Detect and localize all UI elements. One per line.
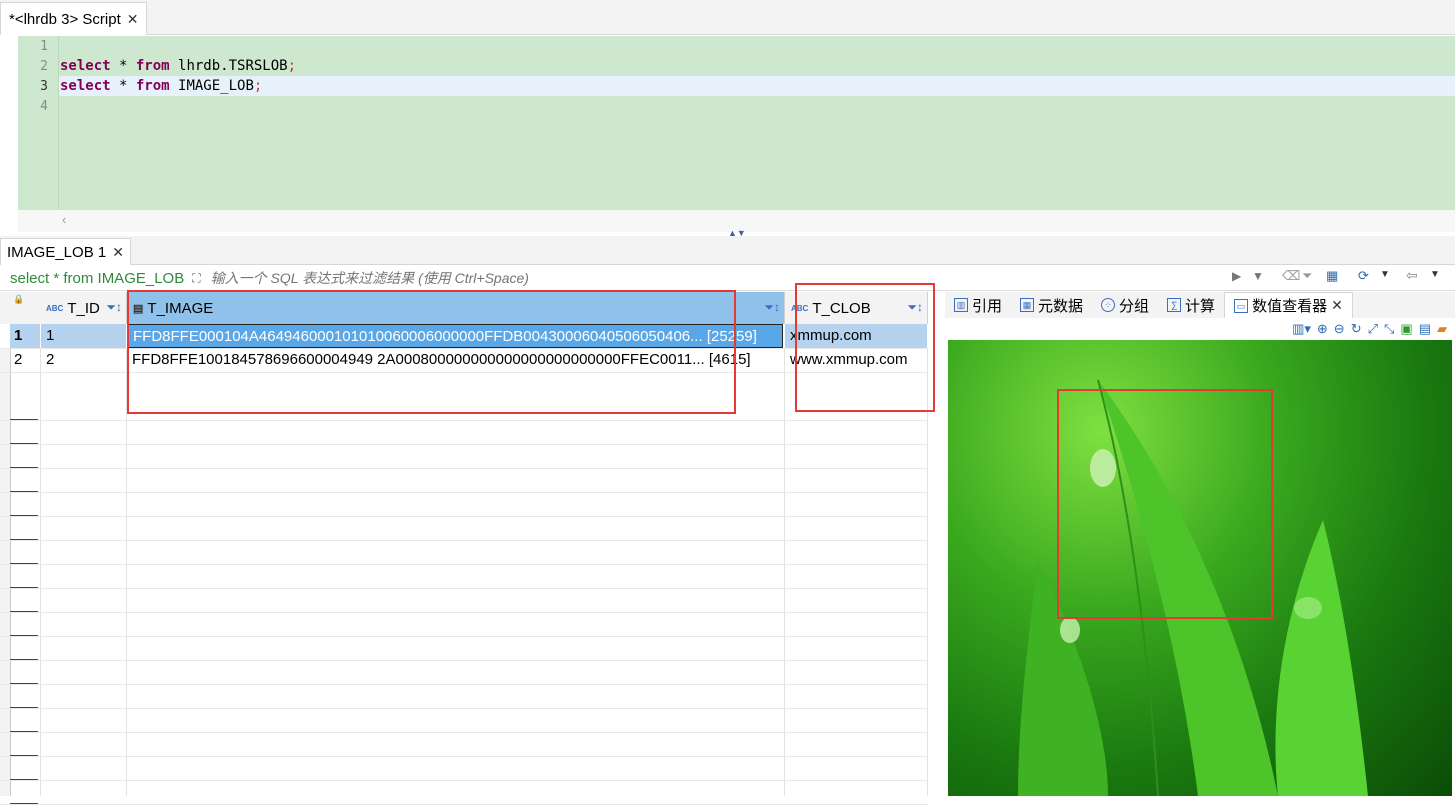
shrink-icon[interactable]: ⤡ bbox=[1384, 321, 1394, 337]
back-icon[interactable]: ⇦ bbox=[1406, 267, 1418, 284]
tab-results-label: IMAGE_LOB 1 bbox=[7, 243, 107, 261]
refresh-icon[interactable]: ⟳ bbox=[1358, 268, 1369, 284]
clear-filter-icon[interactable]: ⌫ bbox=[1282, 268, 1300, 284]
grouping-icon: ⁘ bbox=[1101, 298, 1116, 312]
metadata-icon: ▦ bbox=[1020, 298, 1035, 312]
sort-filter-icon[interactable]: ⏷↕ bbox=[106, 300, 122, 315]
tab-grouping[interactable]: ⁘ 分组 bbox=[1092, 292, 1158, 318]
tab-script[interactable]: *<lhrdb 3> Script ✕ bbox=[0, 2, 148, 35]
text-type-icon: ABC bbox=[46, 303, 64, 313]
empty-row bbox=[0, 588, 928, 613]
filter-settings-icon[interactable]: ▦ bbox=[1326, 268, 1338, 284]
column-header-t-id[interactable]: ABC T_ID ⏷↕ bbox=[40, 292, 127, 325]
folder-icon[interactable]: ▰ bbox=[1437, 321, 1447, 337]
close-icon[interactable]: ✕ bbox=[127, 11, 139, 28]
editor-tab-bar bbox=[0, 0, 1455, 35]
scroll-left-icon[interactable]: ‹ bbox=[62, 212, 66, 227]
row-number: 1 bbox=[10, 324, 40, 348]
line-number: 1 bbox=[40, 39, 48, 54]
empty-row bbox=[0, 468, 928, 493]
filter-query[interactable]: select * from IMAGE_LOB bbox=[10, 270, 184, 287]
water-drop bbox=[1060, 617, 1080, 643]
rotate-icon[interactable]: ↻ bbox=[1351, 321, 1362, 337]
dropdown-icon[interactable]: ▼ bbox=[1380, 269, 1390, 280]
water-drop bbox=[1294, 597, 1322, 619]
save-icon[interactable]: ▣ bbox=[1400, 321, 1412, 337]
cell-t-id[interactable]: 2 bbox=[41, 348, 126, 372]
filter-bar: select * from IMAGE_LOB ⛶ ▶ ▼ ⌫ ⏷ ▦ ⟳ ▼ … bbox=[0, 266, 1455, 291]
fit-icon[interactable]: ⤢ bbox=[1368, 321, 1378, 337]
empty-row bbox=[0, 420, 928, 445]
empty-row bbox=[0, 516, 928, 541]
empty-row bbox=[0, 708, 928, 733]
grass-blade bbox=[1275, 520, 1368, 796]
tab-results[interactable]: IMAGE_LOB 1 ✕ bbox=[0, 238, 131, 265]
line-number: 4 bbox=[40, 99, 48, 114]
close-icon[interactable]: ✕ bbox=[1331, 297, 1343, 314]
zoom-out-icon[interactable]: ⊖ bbox=[1334, 321, 1345, 337]
grass-blade bbox=[1018, 560, 1108, 796]
tab-value-viewer[interactable]: ▭ 数值查看器 ✕ bbox=[1224, 291, 1353, 319]
calculation-icon: ∑ bbox=[1167, 298, 1182, 312]
dropdown-icon[interactable]: ▼ bbox=[1252, 269, 1264, 283]
empty-row bbox=[0, 660, 928, 685]
empty-row bbox=[0, 780, 928, 805]
tab-script-label: *<lhrdb 3> Script bbox=[9, 10, 121, 28]
highlight-box-clob bbox=[795, 283, 935, 412]
empty-row bbox=[0, 612, 928, 637]
book-icon[interactable]: ▥▾ bbox=[1292, 321, 1311, 337]
row-number: 2 bbox=[14, 351, 23, 368]
corner-cell[interactable]: 🔒 bbox=[10, 292, 41, 325]
current-line-highlight bbox=[58, 76, 1455, 96]
empty-row bbox=[0, 492, 928, 517]
viewer-toolbar: ▥▾ ⊕ ⊖ ↻ ⤢ ⤡ ▣ ▤ ▰ bbox=[945, 318, 1455, 340]
line-number: 3 bbox=[40, 79, 48, 94]
lock-icon: 🔒 bbox=[13, 294, 25, 304]
line-number: 2 bbox=[40, 59, 48, 74]
document-icon[interactable]: ▤ bbox=[1419, 321, 1431, 337]
zoom-in-icon[interactable]: ⊕ bbox=[1317, 321, 1328, 337]
code-line[interactable]: select * from IMAGE_LOB; bbox=[60, 78, 262, 94]
dropdown-icon[interactable]: ▼ bbox=[1430, 269, 1440, 280]
empty-row bbox=[0, 564, 928, 589]
line-number-gutter: 1 2 3 4 bbox=[18, 36, 59, 210]
empty-row bbox=[0, 756, 928, 781]
water-drop bbox=[1090, 449, 1116, 487]
image-viewer bbox=[948, 340, 1452, 796]
results-tab-bar bbox=[0, 236, 1455, 265]
empty-row bbox=[0, 444, 928, 469]
panel-tab-bar: ▥ 引用 ▦ 元数据 ⁘ 分组 ∑ 计算 ▭ 数值查看器 ✕ bbox=[945, 291, 1455, 319]
cell-t-id[interactable]: 1 bbox=[41, 324, 126, 348]
grass-image bbox=[1018, 379, 1368, 796]
code-line[interactable]: select * from lhrdb.TSRSLOB; bbox=[60, 58, 296, 74]
row-marker bbox=[10, 803, 38, 804]
empty-row bbox=[0, 636, 928, 661]
sort-filter-icon[interactable]: ⏷↕ bbox=[764, 300, 780, 315]
apply-filter-icon[interactable]: ▶ bbox=[1232, 269, 1241, 283]
empty-row bbox=[0, 732, 928, 757]
grass-blade bbox=[1098, 380, 1278, 796]
filter-input[interactable] bbox=[208, 269, 1213, 287]
tab-metadata[interactable]: ▦ 元数据 bbox=[1011, 292, 1092, 318]
tab-references[interactable]: ▥ 引用 bbox=[945, 292, 1011, 318]
value-viewer-icon: ▭ bbox=[1234, 298, 1249, 313]
tab-calculation[interactable]: ∑ 计算 bbox=[1158, 292, 1224, 318]
filter-icon[interactable]: ⏷ bbox=[1302, 268, 1312, 284]
highlight-box-image bbox=[127, 290, 736, 414]
empty-row bbox=[0, 684, 928, 709]
expand-icon[interactable]: ⛶ bbox=[192, 271, 200, 286]
close-icon[interactable]: ✕ bbox=[112, 244, 124, 261]
references-icon: ▥ bbox=[954, 298, 968, 312]
empty-row bbox=[0, 540, 928, 565]
